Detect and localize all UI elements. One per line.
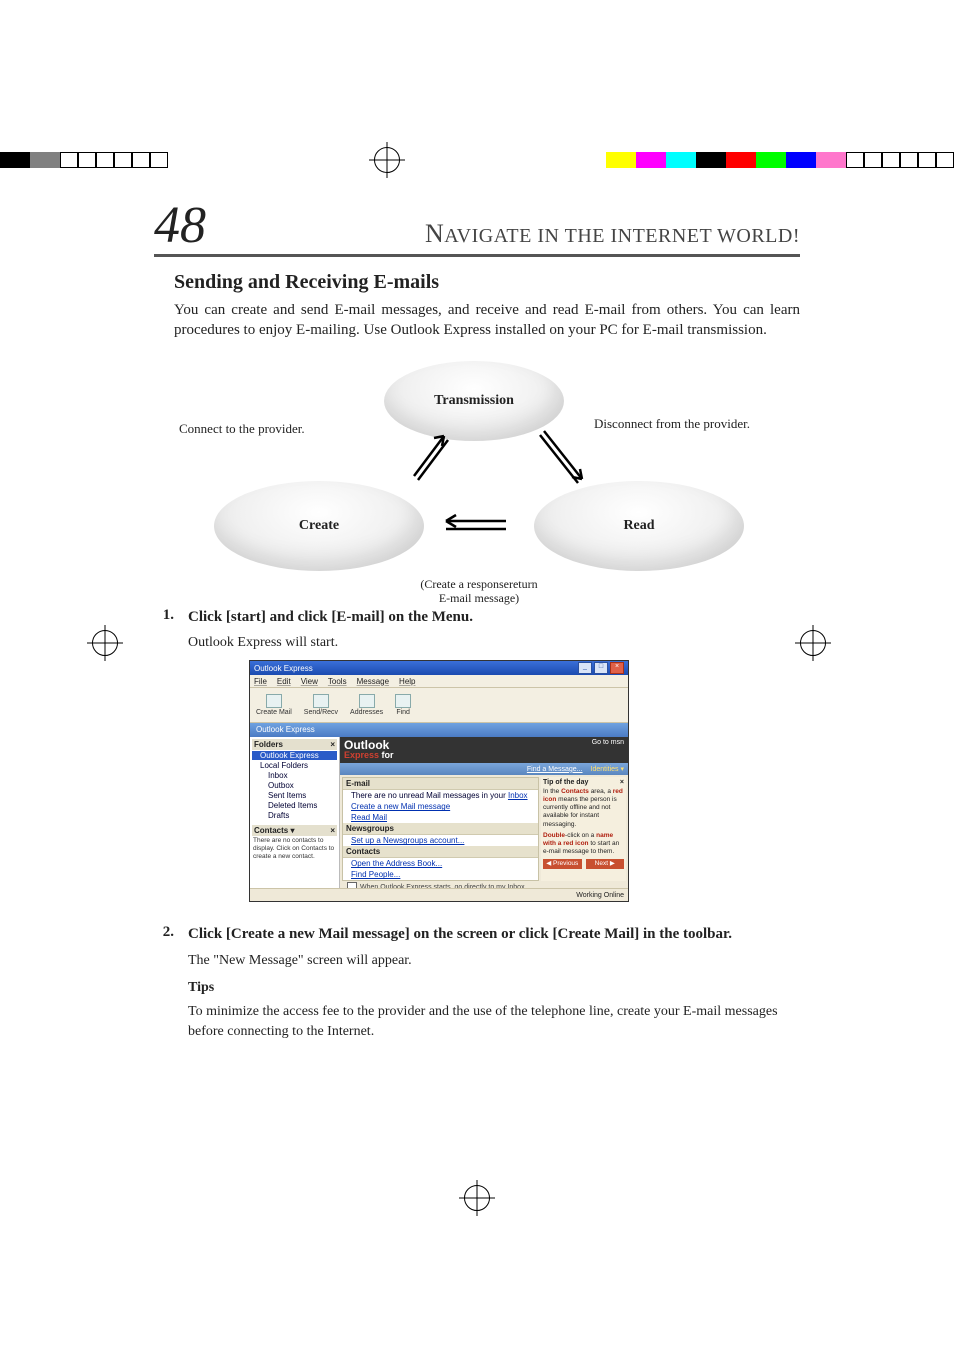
folder-inbox[interactable]: Inbox	[252, 771, 337, 780]
close-icon[interactable]: ×	[330, 826, 335, 835]
tool-label: Addresses	[350, 709, 383, 716]
menu-view[interactable]: View	[301, 677, 318, 686]
folder-sent[interactable]: Sent Items	[252, 791, 337, 800]
tool-icon	[359, 694, 375, 708]
page-number: 48	[154, 200, 206, 252]
registration-mark-left	[92, 630, 118, 656]
unread-mail-line: There are no unread Mail messages in you…	[343, 790, 538, 801]
tool-icon	[313, 694, 329, 708]
transmission-diagram: Transmission Create Read Connect to the …	[174, 361, 780, 591]
color-swatches-left	[0, 152, 168, 168]
folder-deleted[interactable]: Deleted Items	[252, 801, 337, 810]
inbox-link[interactable]: Inbox	[508, 791, 528, 800]
open-address-book-link[interactable]: Open the Address Book...	[351, 859, 442, 868]
close-icon[interactable]: ×	[330, 740, 335, 749]
tip-prev-button[interactable]: ◀ Previous	[543, 859, 582, 869]
tip-next-button[interactable]: Next ▶	[586, 859, 625, 869]
color-swatches-right	[606, 152, 954, 168]
identities-menu[interactable]: Identities ▾	[591, 765, 624, 773]
location-band: Outlook Express	[250, 723, 628, 737]
tool-icon	[266, 694, 282, 708]
step-2: 2. Click [Create a new Mail message] on …	[154, 924, 800, 944]
menu-message[interactable]: Message	[357, 677, 389, 686]
diagram-caption: (Create a responsereturn E-mail message)	[374, 577, 584, 606]
label-disconnect: Disconnect from the provider.	[594, 416, 794, 432]
section-news-header: Newsgroups	[343, 823, 538, 835]
tips-label: Tips	[188, 980, 800, 996]
registration-bar-bottom	[0, 1188, 954, 1208]
newsgroups-setup-link[interactable]: Set up a Newsgroups account...	[351, 836, 464, 845]
arrow-left-icon	[436, 511, 516, 541]
step-1-number: 1.	[154, 607, 174, 627]
window-title: Outlook Express	[254, 664, 313, 673]
registration-mark-bottom	[464, 1185, 490, 1211]
step-1-sub: Outlook Express will start.	[188, 633, 800, 653]
registration-mark-right	[800, 630, 826, 656]
find-message-link[interactable]: Find a Message...	[527, 766, 583, 773]
tip-of-the-day-pane: Tip of the day × In the Contacts area, a…	[541, 777, 626, 881]
arrow-up-icon	[404, 426, 454, 486]
tool-label: Find	[396, 709, 410, 716]
folder-drafts[interactable]: Drafts	[252, 811, 337, 820]
section-email-header: E-mail	[343, 778, 538, 790]
goto-msn-link[interactable]: Go to msn	[592, 739, 624, 746]
registration-bar-top	[0, 150, 954, 170]
step-1-text: Click [start] and click [E-mail] on the …	[188, 607, 800, 627]
window-minimize-button[interactable]: _	[578, 662, 592, 674]
tool-create-mail[interactable]: Create Mail	[256, 694, 292, 716]
contacts-header[interactable]: Contacts ▾×	[252, 825, 337, 836]
status-bar: Working Online	[250, 888, 628, 901]
step-2-number: 2.	[154, 924, 174, 944]
contacts-empty-msg: There are no contacts to display. Click …	[252, 836, 337, 861]
menu-help[interactable]: Help	[399, 677, 415, 686]
window-maximize-button[interactable]: □	[594, 662, 608, 674]
folder-outbox[interactable]: Outbox	[252, 781, 337, 790]
folder-local[interactable]: Local Folders	[252, 761, 337, 770]
status-text: Working Online	[576, 892, 624, 899]
tip-header: Tip of the day	[543, 779, 588, 788]
window-close-button[interactable]: ×	[610, 662, 624, 674]
menu-file[interactable]: File	[254, 677, 267, 686]
folders-header: Folders×	[252, 739, 337, 750]
bubble-read: Read	[534, 481, 744, 571]
tool-label: Create Mail	[256, 709, 292, 716]
tool-icon	[395, 694, 411, 708]
section-contacts-header: Contacts	[343, 846, 538, 858]
folders-pane: Folders× Outlook Express Local Folders I…	[250, 737, 340, 895]
step-2-text: Click [Create a new Mail message] on the…	[188, 924, 800, 944]
close-icon[interactable]: ×	[620, 779, 624, 788]
menu-tools[interactable]: Tools	[328, 677, 347, 686]
intro-paragraph: You can create and send E-mail messages,…	[174, 300, 800, 341]
step-2-sub: The "New Message" screen will appear.	[188, 951, 800, 971]
window-titlebar: Outlook Express _ □ ×	[250, 661, 628, 675]
label-connect: Connect to the provider.	[179, 421, 305, 437]
brand-bar: Outlook Express for Go to msn	[340, 737, 628, 763]
bubble-create: Create	[214, 481, 424, 571]
step-1: 1. Click [start] and click [E-mail] on t…	[154, 607, 800, 627]
find-people-link[interactable]: Find People...	[351, 870, 400, 879]
toolbar: Create Mail Send/Recv Addresses Find	[250, 688, 628, 723]
create-mail-link[interactable]: Create a new Mail message	[351, 802, 450, 811]
tool-addresses[interactable]: Addresses	[350, 694, 383, 716]
folder-outlook-express[interactable]: Outlook Express	[252, 751, 337, 760]
registration-mark-top	[374, 147, 400, 173]
menubar: File Edit View Tools Message Help	[250, 675, 628, 688]
tool-find[interactable]: Find	[395, 694, 411, 716]
arrow-down-icon	[534, 421, 594, 491]
section-heading: Sending and Receiving E-mails	[174, 271, 800, 294]
tips-text: To minimize the access fee to the provid…	[188, 1002, 800, 1041]
menu-edit[interactable]: Edit	[277, 677, 291, 686]
tool-send-recv[interactable]: Send/Recv	[304, 694, 338, 716]
read-mail-link[interactable]: Read Mail	[351, 813, 387, 822]
chapter-title: NAVIGATE IN THE INTERNET WORLD!	[425, 219, 800, 249]
tool-label: Send/Recv	[304, 709, 338, 716]
outlook-express-screenshot: Outlook Express _ □ × File Edit View Tools M…	[249, 660, 629, 902]
